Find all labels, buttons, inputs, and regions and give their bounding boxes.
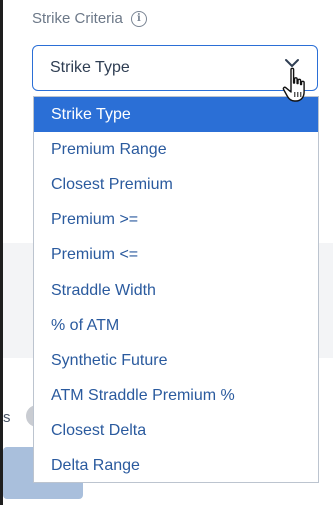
- option-closest-premium[interactable]: Closest Premium: [34, 167, 318, 202]
- strike-criteria-label: Strike Criteria: [32, 10, 123, 27]
- info-icon[interactable]: i: [130, 10, 147, 27]
- option-delta-range[interactable]: Delta Range: [34, 449, 318, 482]
- option-atm-straddle-premium-pct[interactable]: ATM Straddle Premium %: [34, 379, 318, 414]
- hand-pointer-cursor-icon: [282, 67, 305, 102]
- option-premium-lte[interactable]: Premium <=: [34, 238, 318, 273]
- background-partial-label: s: [3, 409, 11, 426]
- option-percent-of-atm[interactable]: % of ATM: [34, 308, 318, 343]
- option-premium-gte[interactable]: Premium >=: [34, 203, 318, 238]
- option-premium-range[interactable]: Premium Range: [34, 132, 318, 167]
- field-label-row: Strike Criteria i: [32, 10, 147, 27]
- option-synthetic-future[interactable]: Synthetic Future: [34, 343, 318, 378]
- option-closest-delta[interactable]: Closest Delta: [34, 414, 318, 449]
- selected-value: Strike Type: [50, 59, 130, 76]
- strike-criteria-select[interactable]: Strike Type: [32, 45, 318, 91]
- option-straddle-width[interactable]: Straddle Width: [34, 273, 318, 308]
- option-strike-type[interactable]: Strike Type: [34, 97, 318, 133]
- strike-criteria-options: Strike Type Premium Range Closest Premiu…: [33, 96, 319, 483]
